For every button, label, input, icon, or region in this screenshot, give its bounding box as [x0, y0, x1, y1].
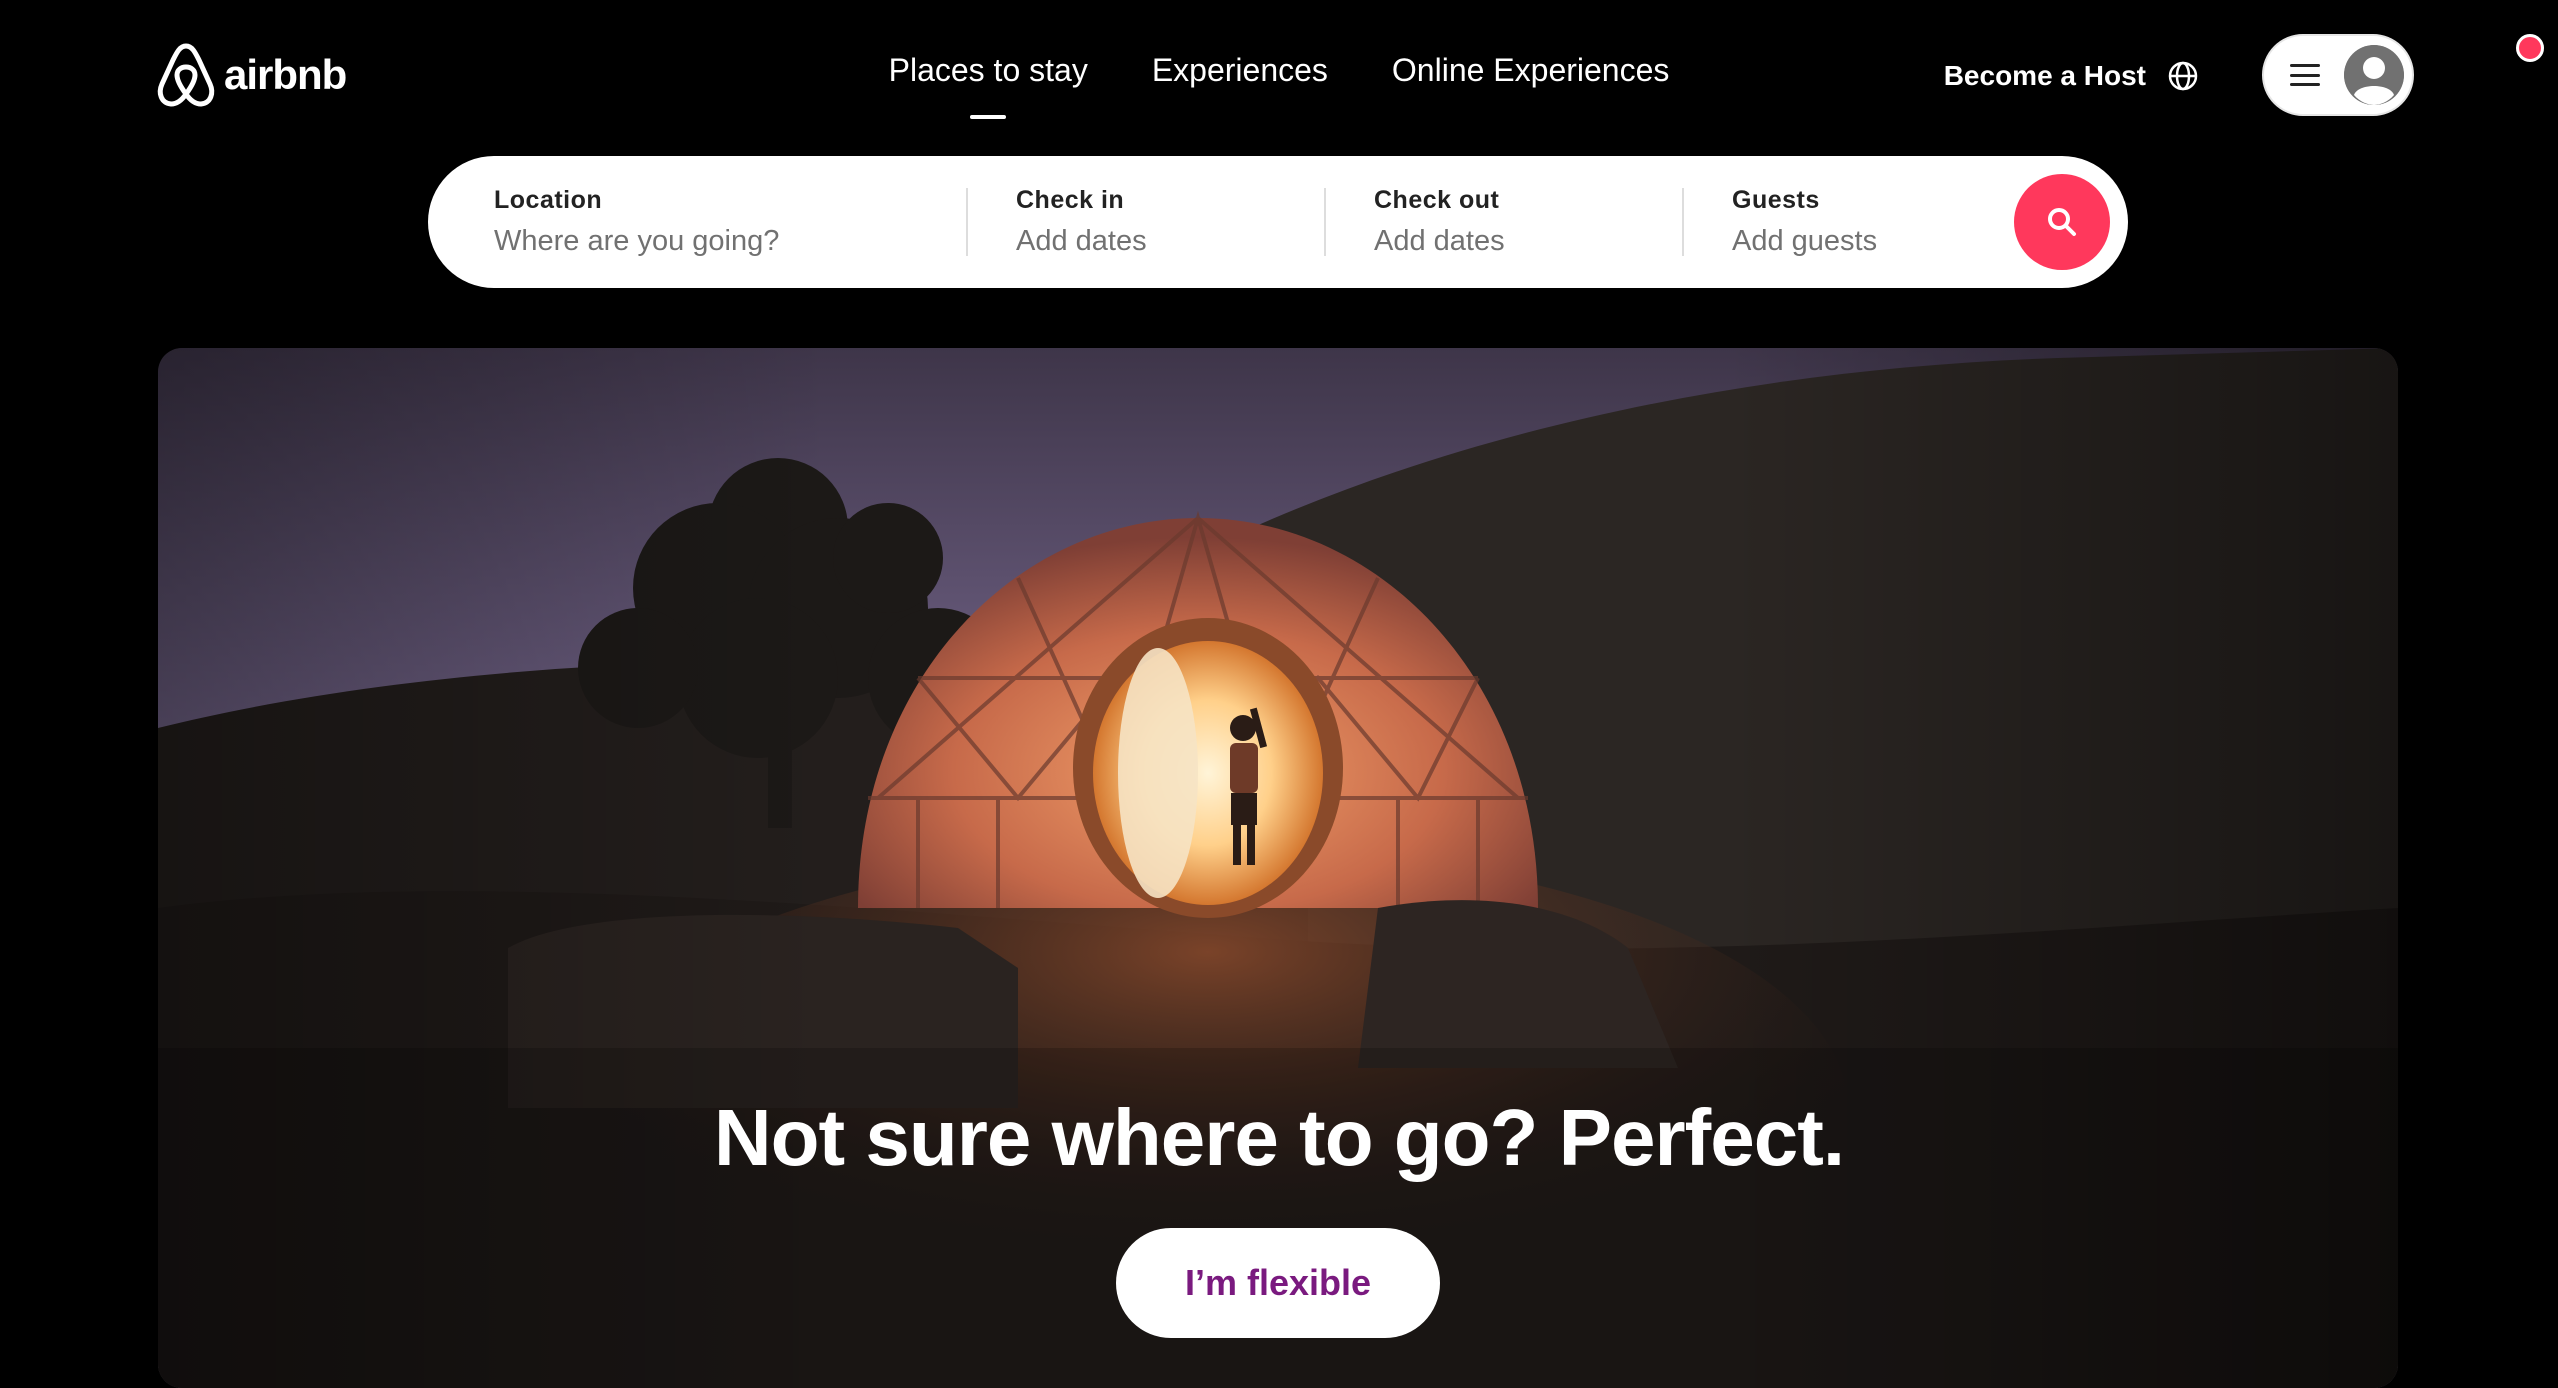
search-icon	[2048, 208, 2076, 236]
hero-headline: Not sure where to go? Perfect.	[713, 1093, 1845, 1182]
location-field[interactable]: Location Where are you going?	[494, 186, 934, 258]
search-button[interactable]	[2014, 174, 2110, 270]
check-in-value: Add dates	[1016, 225, 1147, 257]
divider	[1682, 188, 1684, 256]
guests-value: Add guests	[1732, 225, 1878, 257]
check-out-field[interactable]: Check out Add dates	[1374, 186, 1674, 258]
guests-field[interactable]: Guests Add guests	[1732, 186, 1992, 258]
location-input[interactable]: Where are you going?	[494, 225, 934, 258]
check-in-field[interactable]: Check in Add dates	[1016, 186, 1316, 258]
divider	[1324, 188, 1326, 256]
search-bar: Location Where are you going? Check in A…	[428, 156, 2128, 288]
check-in-label: Check in	[1016, 186, 1125, 214]
location-label: Location	[494, 186, 603, 214]
globe-icon[interactable]	[2167, 60, 2199, 92]
become-host-link[interactable]: Become a Host	[1944, 60, 2146, 92]
tab-places-to-stay[interactable]: Places to stay	[889, 52, 1088, 119]
divider	[966, 188, 968, 256]
hamburger-menu-icon	[2290, 64, 2320, 86]
tab-online-experiences[interactable]: Online Experiences	[1392, 52, 1669, 119]
check-out-value: Add dates	[1374, 225, 1505, 257]
im-flexible-button[interactable]: I’m flexible	[1116, 1228, 1440, 1338]
user-menu-button[interactable]	[2262, 34, 2414, 116]
user-avatar-icon	[2344, 45, 2404, 105]
check-out-label: Check out	[1374, 186, 1500, 214]
notification-dot	[2516, 34, 2544, 62]
guests-label: Guests	[1732, 186, 1820, 214]
tab-experiences[interactable]: Experiences	[1152, 52, 1328, 119]
